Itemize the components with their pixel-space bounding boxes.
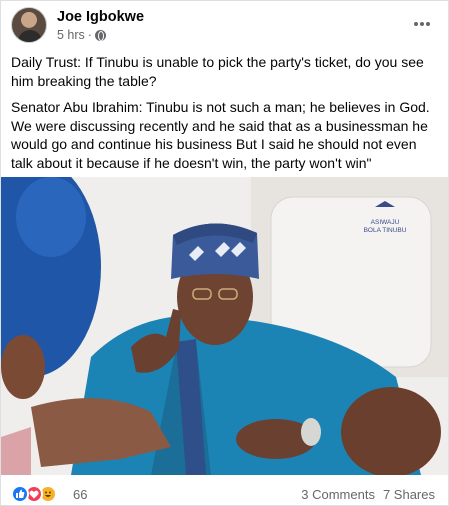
engagement-stats: 3 Comments 7 Shares — [301, 487, 435, 502]
post-meta: 5 hrs · — [57, 28, 106, 42]
comments-count-link[interactable]: 3 Comments — [301, 487, 375, 502]
reactions-summary[interactable] — [11, 485, 57, 503]
post-header: Joe Igbokwe 5 hrs · — [11, 7, 441, 45]
author-name[interactable]: Joe Igbokwe — [57, 9, 144, 25]
photo-illustration: ASIWAJU BOLA TINUBU — [1, 177, 448, 475]
author-avatar[interactable] — [11, 7, 47, 43]
svg-text:BOLA TINUBU: BOLA TINUBU — [364, 227, 407, 234]
post-time[interactable]: 5 hrs — [57, 28, 85, 42]
post-footer: 66 3 Comments 7 Shares — [11, 483, 439, 505]
post-paragraph-1: Daily Trust: If Tinubu is unable to pick… — [11, 54, 424, 89]
shares-count-link[interactable]: 7 Shares — [383, 487, 435, 502]
more-options-icon[interactable] — [409, 13, 435, 35]
post-paragraph-2: Senator Abu Ibrahim: Tinubu is not such … — [11, 99, 430, 171]
facebook-post: Joe Igbokwe 5 hrs · Daily Trust: If Tinu… — [0, 0, 449, 506]
globe-icon — [94, 29, 106, 41]
post-text: Daily Trust: If Tinubu is unable to pick… — [11, 53, 439, 180]
reaction-count[interactable]: 66 — [73, 487, 87, 502]
svg-text:ASIWAJU: ASIWAJU — [371, 219, 400, 226]
post-photo[interactable]: ASIWAJU BOLA TINUBU — [1, 177, 448, 475]
like-icon — [11, 485, 29, 503]
